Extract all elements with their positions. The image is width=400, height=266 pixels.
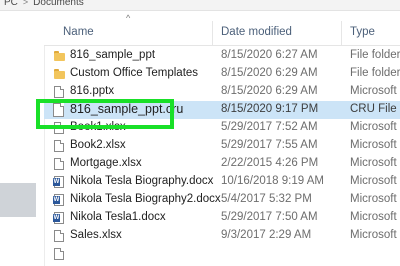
highlight-annotation-box	[36, 99, 174, 129]
file-row[interactable]: Mortgage.xlsx 2/22/2015 4:26 PM Microsoft	[44, 155, 400, 173]
file-row[interactable]: W Nikola Tesla Biography2.docx 5/4/2017 5:…	[44, 191, 400, 209]
file-date-modified: 10/16/2018 9:19 AM	[221, 175, 324, 187]
file-name: 816_sample_ppt	[70, 49, 156, 61]
file-list: 816_sample_ppt 8/15/2020 6:27 AM File fold…	[44, 47, 400, 263]
file-row[interactable]: Custom Office Templates 8/15/2020 6:29 AM…	[44, 65, 400, 83]
file-row[interactable]	[44, 245, 400, 263]
word-document-icon: W	[53, 176, 64, 188]
file-type: Microsoft	[350, 175, 397, 187]
file-date-modified: 8/15/2020 9:17 PM	[221, 103, 319, 115]
word-document-icon: W	[53, 212, 64, 224]
file-date-modified: 5/29/2017 7:52 AM	[221, 121, 318, 133]
address-bar[interactable]: PC > Documents	[0, 0, 400, 11]
column-header-name[interactable]: Name	[63, 26, 94, 38]
word-document-icon: W	[53, 194, 64, 206]
file-type: Microsoft	[350, 139, 397, 151]
folder-icon	[54, 69, 65, 79]
file-date-modified: 8/15/2020 6:29 AM	[221, 85, 318, 97]
file-date-modified: 5/29/2017 7:55 AM	[221, 139, 318, 151]
column-divider[interactable]	[341, 21, 342, 45]
file-name: Nikola Tesla Biography2.docx	[70, 193, 221, 205]
document-icon	[54, 230, 64, 242]
file-row[interactable]: W Nikola Tesla Biography.docx 10/16/2018 9…	[44, 173, 400, 191]
file-date-modified: 9/3/2017 2:29 AM	[221, 229, 312, 241]
document-icon	[54, 158, 64, 170]
word-logo-icon: W	[53, 178, 60, 186]
breadcrumb: PC > Documents	[4, 0, 84, 8]
file-type: CRU File	[350, 103, 397, 115]
file-name: Sales.xlsx	[70, 229, 122, 241]
file-type: File folder	[350, 49, 400, 61]
file-type: Microsoft	[350, 229, 397, 241]
file-name: 816.pptx	[70, 85, 115, 97]
file-type: Microsoft	[350, 121, 397, 133]
file-type: Microsoft	[350, 193, 397, 205]
file-date-modified: 8/15/2020 6:27 AM	[221, 49, 318, 61]
file-name: Custom Office Templates	[70, 67, 199, 79]
document-icon	[54, 140, 64, 152]
file-name: Book2.xlsx	[70, 139, 126, 151]
word-logo-icon: W	[53, 214, 60, 222]
file-type: Microsoft	[350, 85, 397, 97]
column-header-date-modified[interactable]: Date modified	[221, 26, 292, 38]
file-row[interactable]: Book2.xlsx 5/29/2017 7:55 AM Microsoft	[44, 137, 400, 155]
navigation-pane	[0, 11, 45, 266]
file-date-modified: 8/15/2020 6:29 AM	[221, 67, 318, 79]
file-date-modified: 2/22/2015 4:26 PM	[221, 157, 319, 169]
file-name: Mortgage.xlsx	[70, 157, 142, 169]
file-name: Nikola Tesla1.docx	[70, 211, 166, 223]
file-row[interactable]: Sales.xlsx 9/3/2017 2:29 AM Microsoft	[44, 227, 400, 245]
file-name: Nikola Tesla Biography.docx	[70, 175, 214, 187]
nav-pane-selected-item[interactable]	[0, 183, 36, 217]
file-date-modified: 5/4/2017 5:32 PM	[221, 193, 312, 205]
column-header-row: ^ Name Date modified Type	[44, 11, 400, 46]
column-divider[interactable]	[212, 21, 213, 45]
document-icon	[54, 86, 64, 98]
file-type: Microsoft	[350, 211, 397, 223]
sort-ascending-icon: ^	[126, 13, 131, 23]
file-type: Microsoft	[350, 157, 397, 169]
file-row[interactable]: W Nikola Tesla1.docx 5/29/2017 7:50 AM Micr…	[44, 209, 400, 227]
breadcrumb-pc[interactable]: PC	[4, 0, 18, 8]
word-logo-icon: W	[53, 196, 60, 204]
breadcrumb-documents[interactable]: Documents	[33, 0, 84, 8]
folder-icon	[54, 51, 65, 61]
file-row[interactable]: 816_sample_ppt 8/15/2020 6:27 AM File fold…	[44, 47, 400, 65]
breadcrumb-separator-icon: >	[22, 0, 29, 7]
file-type: File folder	[350, 67, 400, 79]
column-header-type[interactable]: Type	[350, 26, 375, 38]
document-icon	[54, 248, 64, 260]
file-date-modified: 5/29/2017 7:50 AM	[221, 211, 318, 223]
